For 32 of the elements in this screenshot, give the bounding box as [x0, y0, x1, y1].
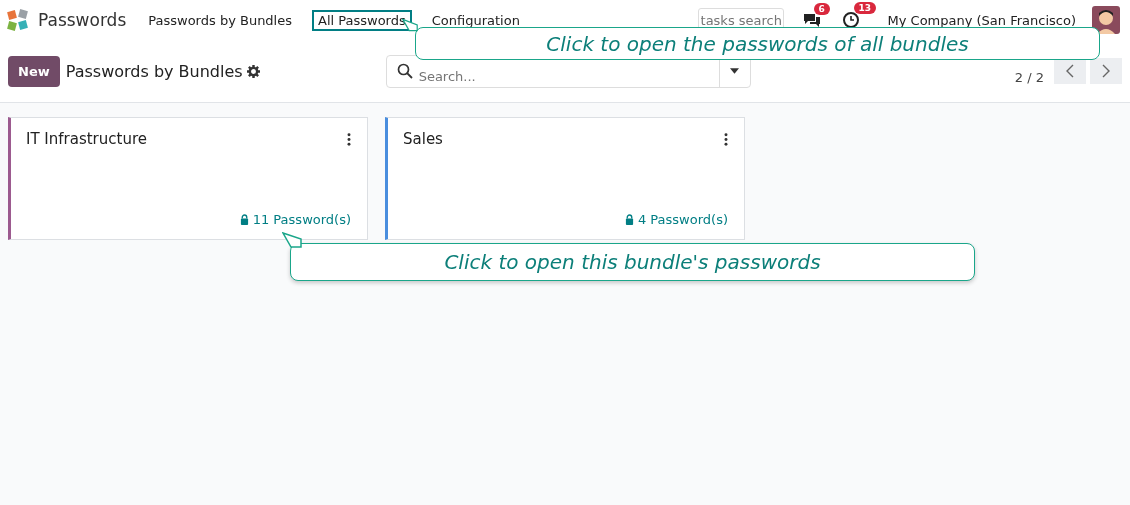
bundle-name: IT Infrastructure [26, 130, 147, 148]
notification-badge: 13 [853, 2, 877, 14]
avatar-icon[interactable] [1092, 6, 1120, 34]
more-icon[interactable] [724, 132, 728, 146]
app-name[interactable]: Passwords [38, 10, 127, 30]
company-switcher[interactable]: My Company (San Francisco) [887, 12, 1076, 28]
breadcrumb-title: Passwords by Bundles [65, 61, 243, 81]
callout-tooltip: Click to open the passwords of all bundles [415, 27, 1100, 60]
password-count-link[interactable]: 4 Password(s) [637, 212, 728, 227]
caret-icon[interactable] [730, 68, 740, 74]
bundle-card[interactable]: IT Infrastructure 11 Password(s) [8, 117, 368, 240]
bundle-card[interactable]: Sales 4 Password(s) [385, 117, 745, 240]
chevron-right-icon [1102, 64, 1110, 78]
chevron-left-icon [1066, 64, 1074, 78]
lock-icon [239, 214, 249, 225]
settings-icon[interactable] [246, 64, 260, 78]
search-icon [396, 63, 413, 79]
previous-button[interactable] [1054, 58, 1086, 84]
pager-value: 2 / 2 [1014, 69, 1044, 85]
notification-badge: 6 [813, 3, 830, 15]
menu-item[interactable]: All Passwords [312, 9, 412, 31]
app-logo-icon[interactable] [6, 8, 30, 32]
bundle-name: Sales [403, 130, 443, 148]
lock-icon [624, 214, 634, 225]
callout-pointer [282, 232, 302, 248]
more-icon[interactable] [347, 132, 351, 146]
clock-icon[interactable] [841, 11, 860, 29]
callout-tooltip: Click to open this bundle's passwords [290, 243, 975, 281]
password-count-link[interactable]: 11 Password(s) [252, 212, 351, 227]
new-button[interactable]: New [8, 55, 60, 87]
menu-item[interactable]: Passwords by Bundles [142, 9, 298, 31]
chat-icon[interactable] [801, 12, 822, 28]
